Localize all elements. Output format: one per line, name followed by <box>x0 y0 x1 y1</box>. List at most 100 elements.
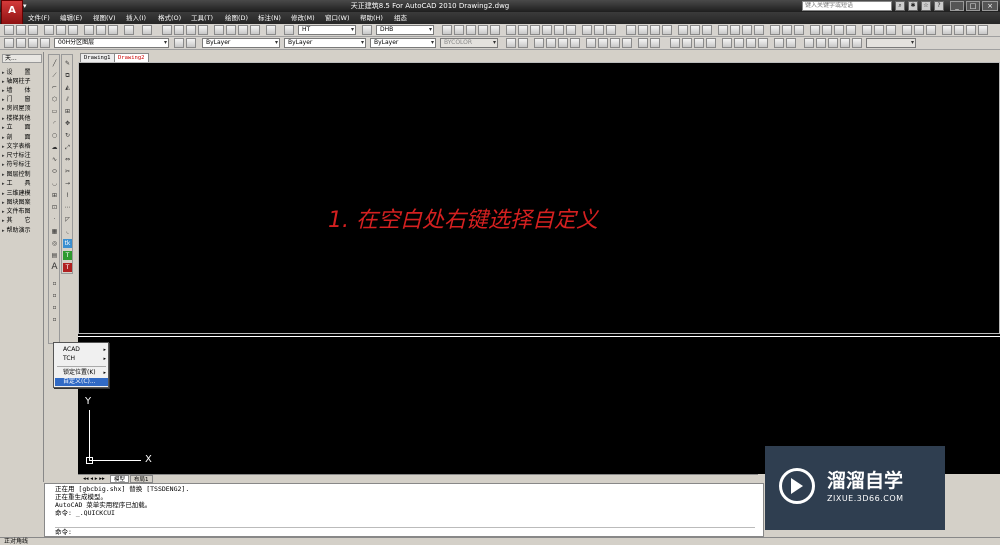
tool-icon[interactable] <box>518 38 528 48</box>
rotate-icon[interactable]: ↻ <box>63 131 72 140</box>
ellipse-arc-icon[interactable]: ◡ <box>50 179 59 188</box>
make-block-icon[interactable]: ⊡ <box>50 203 59 212</box>
tool-icon[interactable] <box>978 25 988 35</box>
save-icon[interactable] <box>28 25 38 35</box>
stretch-icon[interactable]: ⇔ <box>63 155 72 164</box>
chevron-down-icon[interactable]: ▾ <box>23 2 31 10</box>
chamfer-icon[interactable]: ◸ <box>63 215 72 224</box>
tab-model[interactable]: 模型 <box>110 475 130 483</box>
tool-icon[interactable] <box>774 38 784 48</box>
palette-item-block-pattern[interactable]: 图块图案 <box>2 198 42 207</box>
lightbulb-icon[interactable] <box>16 38 26 48</box>
tool-icon[interactable]: tk <box>63 239 72 248</box>
tool-icon[interactable] <box>594 25 604 35</box>
tool-icon[interactable] <box>804 38 814 48</box>
tool-icon[interactable] <box>770 25 780 35</box>
tool-icon[interactable] <box>490 25 500 35</box>
construction-line-icon[interactable]: ⟋ <box>50 71 59 80</box>
region-icon[interactable]: ◎ <box>50 239 59 248</box>
zoom-previous-icon[interactable] <box>198 25 208 35</box>
circle-icon[interactable]: ○ <box>50 131 59 140</box>
tool-icon[interactable] <box>478 25 488 35</box>
palette-item-symbol[interactable]: 符号标注 <box>2 160 42 169</box>
help-icon[interactable]: ? <box>934 1 944 11</box>
tool-icon[interactable] <box>794 25 804 35</box>
tool-icon[interactable] <box>786 38 796 48</box>
ellipse-icon[interactable]: ⬭ <box>50 167 59 176</box>
tool-icon[interactable] <box>466 25 476 35</box>
maximize-button[interactable]: □ <box>966 1 980 11</box>
tab-layout1[interactable]: 布局1 <box>130 475 153 483</box>
tool-icon[interactable] <box>670 38 680 48</box>
erase-icon[interactable]: ✎ <box>63 59 72 68</box>
copy-icon[interactable] <box>96 25 106 35</box>
break-icon[interactable]: ⌇ <box>63 191 72 200</box>
tool-icon[interactable] <box>886 25 896 35</box>
tool-icon[interactable] <box>650 25 660 35</box>
context-item-customize[interactable]: 自定义(C)... <box>55 378 108 386</box>
rectangle-icon[interactable]: ▭ <box>50 107 59 116</box>
palette-item-file-layout[interactable]: 文件布图 <box>2 207 42 216</box>
trim-icon[interactable]: ✂ <box>63 167 72 176</box>
tool-icon[interactable] <box>902 25 912 35</box>
sheet-set-icon[interactable] <box>250 25 260 35</box>
tool-icon[interactable] <box>570 38 580 48</box>
tool-icon[interactable] <box>662 25 672 35</box>
tool-icon[interactable] <box>622 38 632 48</box>
tool-icon[interactable] <box>690 25 700 35</box>
dim-style-select[interactable]: DHB <box>376 25 434 35</box>
tool-icon[interactable] <box>586 38 596 48</box>
tool-icon[interactable] <box>558 38 568 48</box>
tool-icon[interactable] <box>702 25 712 35</box>
pan-icon[interactable] <box>162 25 172 35</box>
tool-icon[interactable] <box>678 25 688 35</box>
tool-icon[interactable] <box>746 38 756 48</box>
context-item-tch[interactable]: TCH ▸ <box>55 355 108 363</box>
polygon-icon[interactable]: ⬡ <box>50 95 59 104</box>
redo-icon[interactable] <box>142 25 152 35</box>
doc-tab-drawing2[interactable]: Drawing2 <box>114 53 149 62</box>
tool-icon[interactable] <box>706 38 716 48</box>
menu-config[interactable]: 组态 <box>394 13 407 23</box>
tool-icon[interactable]: T <box>63 251 72 260</box>
lock-icon[interactable] <box>40 38 50 48</box>
properties-icon[interactable] <box>214 25 224 35</box>
palette-item-section[interactable]: 剖 面 <box>2 133 42 142</box>
palette-item-stairs[interactable]: 楼梯其他 <box>2 114 42 123</box>
tool-icon[interactable] <box>718 25 728 35</box>
tool-icon[interactable] <box>782 25 792 35</box>
tool-icon[interactable] <box>650 38 660 48</box>
tool-palettes-icon[interactable] <box>238 25 248 35</box>
palette-item-tools[interactable]: 工 具 <box>2 179 42 188</box>
tool-icon[interactable] <box>966 25 976 35</box>
tab-nav-icon[interactable]: ◂◂ ◂ ▸ ▸▸ <box>80 475 108 483</box>
dim-style-icon[interactable] <box>362 25 372 35</box>
layer-manager-icon[interactable] <box>4 38 14 48</box>
tool-icon[interactable] <box>442 25 452 35</box>
viewport-top[interactable] <box>78 62 1000 334</box>
app-menu-button[interactable]: A <box>1 0 23 26</box>
move-icon[interactable]: ✥ <box>63 119 72 128</box>
context-item-acad[interactable]: ACAD ▸ <box>55 346 108 354</box>
menu-file[interactable]: 文件(F) <box>28 13 50 23</box>
tool-icon[interactable] <box>454 25 464 35</box>
tool-icon[interactable] <box>822 25 832 35</box>
copy-icon[interactable]: ⧉ <box>63 71 72 80</box>
search-input[interactable]: 键入关键字或短语 <box>802 1 892 11</box>
line-icon[interactable]: ╱ <box>50 59 59 68</box>
tool-icon[interactable] <box>626 25 636 35</box>
new-icon[interactable] <box>4 25 14 35</box>
tool-icon[interactable] <box>834 25 844 35</box>
offset-icon[interactable]: ⫽ <box>63 95 72 104</box>
doc-tab-drawing1[interactable]: Drawing1 <box>80 53 115 62</box>
favorites-icon[interactable]: ☆ <box>921 1 931 11</box>
command-input[interactable]: 命令: <box>55 527 755 536</box>
close-button[interactable]: × <box>982 1 998 11</box>
palette-item-elevation[interactable]: 立 面 <box>2 123 42 132</box>
drawing-canvas[interactable]: 1. 在空白处右键选择自定义 <box>78 62 1000 474</box>
menu-draw[interactable]: 绘图(D) <box>225 13 248 23</box>
tool-icon[interactable] <box>816 38 826 48</box>
tool-icon[interactable] <box>534 38 544 48</box>
array-icon[interactable]: ⊞ <box>63 107 72 116</box>
publish-icon[interactable] <box>68 25 78 35</box>
